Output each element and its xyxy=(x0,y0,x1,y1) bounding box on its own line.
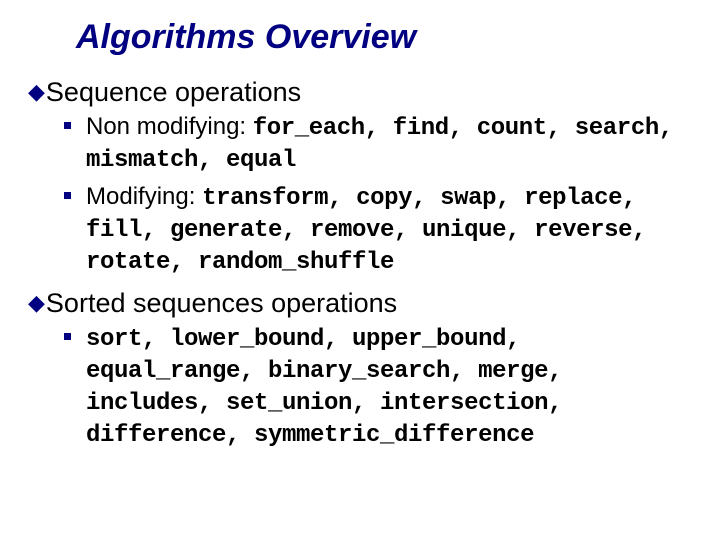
bullet-icon xyxy=(64,333,71,340)
slide: Algorithms Overview ◆Sequence operations… xyxy=(0,0,720,481)
item-list: sort, lower_bound, upper_bound, equal_ra… xyxy=(64,323,692,451)
section-head: ◆Sorted sequences operations xyxy=(28,288,692,319)
section-sorted: ◆Sorted sequences operations sort, lower… xyxy=(28,288,692,451)
item-prefix: Non modifying: xyxy=(86,113,253,140)
section-head-text: Sorted sequences operations xyxy=(46,288,397,318)
item-prefix: Modifying: xyxy=(86,183,202,210)
section-head-text: Sequence operations xyxy=(46,77,301,107)
item-list: Non modifying: for_each, find, count, se… xyxy=(64,112,692,278)
list-item: sort, lower_bound, upper_bound, equal_ra… xyxy=(64,323,692,451)
diamond-icon: ◆ xyxy=(28,79,45,105)
diamond-icon: ◆ xyxy=(28,290,45,316)
section-head: ◆Sequence operations xyxy=(28,77,692,108)
section-sequence: ◆Sequence operations Non modifying: for_… xyxy=(28,77,692,278)
bullet-icon xyxy=(64,192,71,199)
bullet-icon xyxy=(64,122,71,129)
page-title: Algorithms Overview xyxy=(76,18,692,57)
list-item: Non modifying: for_each, find, count, se… xyxy=(64,112,692,176)
list-item: Modifying: transform, copy, swap, replac… xyxy=(64,182,692,278)
item-code: sort, lower_bound, upper_bound, equal_ra… xyxy=(86,326,562,449)
